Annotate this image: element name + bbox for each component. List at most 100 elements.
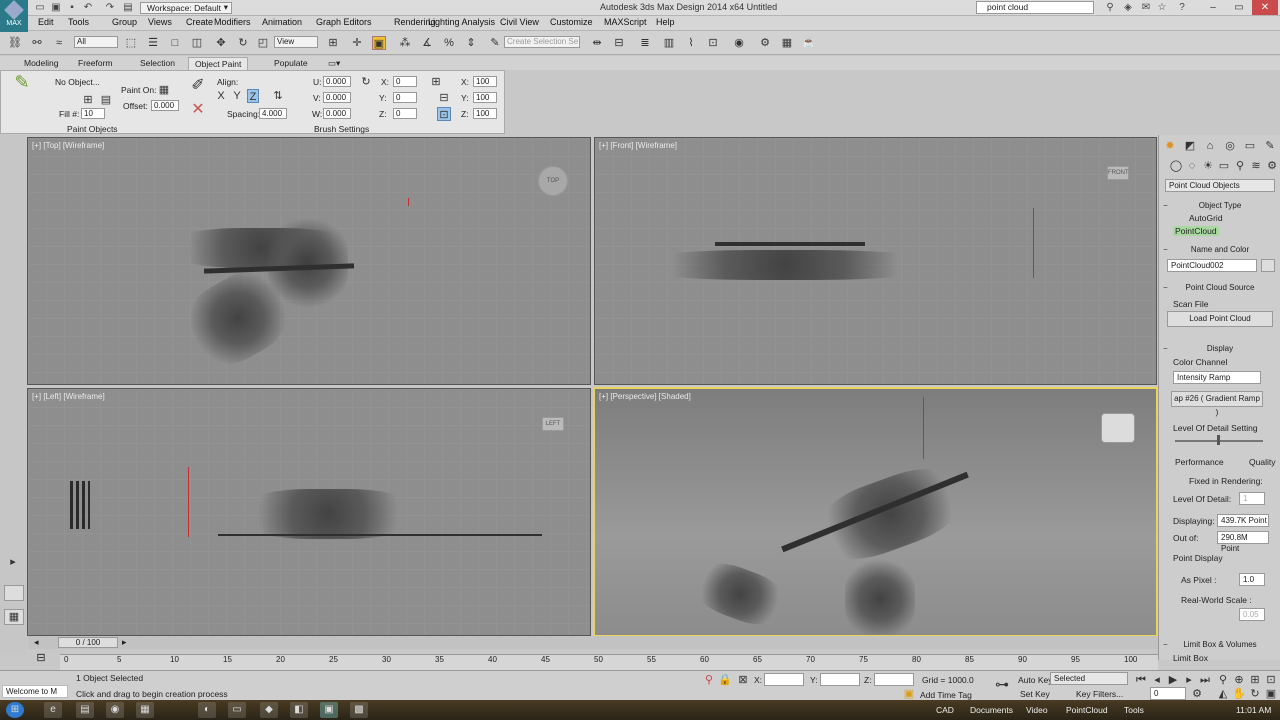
rendered-frame-icon[interactable]: ▦ xyxy=(780,36,794,50)
go-to-start-icon[interactable]: ⏮ xyxy=(1134,673,1148,687)
utilities-tab-icon[interactable]: ✎ xyxy=(1263,139,1277,153)
tab-selection[interactable]: Selection xyxy=(134,57,181,70)
shapes-icon[interactable]: ◌ xyxy=(1185,159,1199,173)
ie-icon[interactable]: e xyxy=(44,702,62,718)
viewport-left-label[interactable]: [+] [Left] [Wireframe] xyxy=(32,392,105,401)
rotate-z-input[interactable]: 0 xyxy=(393,108,417,119)
spinner-snap-icon[interactable]: ⇕ xyxy=(464,36,478,50)
link-icon[interactable]: ⛓ xyxy=(8,36,22,50)
spacewarps-icon[interactable]: ≋ xyxy=(1249,159,1263,173)
autogrid-checkbox[interactable]: AutoGrid xyxy=(1189,213,1223,223)
time-next-arrow[interactable]: ▸ xyxy=(122,637,127,648)
add-time-tag-button[interactable]: Add Time Tag xyxy=(920,690,972,700)
viewport-left[interactable]: [+] [Left] [Wireframe] LEFT xyxy=(27,388,591,636)
help-icon[interactable]: ? xyxy=(1176,2,1188,14)
ribbon-options-icon[interactable]: ▭▾ xyxy=(322,57,346,70)
percent-snap-icon[interactable]: % xyxy=(442,36,456,50)
name-color-rollout[interactable]: Name and Color xyxy=(1163,245,1275,254)
next-frame-icon[interactable]: ▸ xyxy=(1182,673,1196,687)
offset-input[interactable]: 0.000 xyxy=(151,100,179,111)
align-y-button[interactable]: Y xyxy=(231,89,243,103)
explorer-icon[interactable]: ▤ xyxy=(76,702,94,718)
app-icon-f[interactable]: ▩ xyxy=(350,702,368,718)
as-pixel-input[interactable]: 1.0 xyxy=(1239,573,1265,586)
category-dropdown[interactable]: Point Cloud Objects xyxy=(1165,179,1275,192)
snaps-toggle-icon[interactable]: ⁂ xyxy=(398,36,412,50)
x-coord-input[interactable] xyxy=(764,673,804,686)
select-object-icon[interactable]: ⬚ xyxy=(124,36,138,50)
undo-icon[interactable]: ↶ xyxy=(82,2,94,14)
menu-create[interactable]: Create xyxy=(186,17,213,27)
tab-object-paint[interactable]: Object Paint xyxy=(188,57,249,70)
align-icon[interactable]: ⊟ xyxy=(612,36,626,50)
selection-lock-icon[interactable]: 🔒 xyxy=(718,673,732,687)
save-icon[interactable]: ▪ xyxy=(66,2,78,14)
viewport-top-label[interactable]: [+] [Top] [Wireframe] xyxy=(32,141,104,150)
bind-space-warp-icon[interactable]: ≈ xyxy=(52,36,66,50)
menu-civil-view[interactable]: Civil View xyxy=(500,17,539,27)
viewport-layout-icon[interactable]: ▦ xyxy=(4,609,24,625)
object-type-rollout[interactable]: Object Type xyxy=(1163,201,1275,210)
tab-populate[interactable]: Populate xyxy=(268,57,314,70)
v-input[interactable]: 0.000 xyxy=(323,92,351,103)
close-button[interactable]: ✕ xyxy=(1252,0,1278,15)
app-icon-e[interactable]: ◧ xyxy=(290,702,308,718)
move-icon[interactable]: ✥ xyxy=(214,36,228,50)
hierarchy-tab-icon[interactable]: ⌂ xyxy=(1203,139,1217,153)
project-folder-icon[interactable]: ▤ xyxy=(122,2,134,14)
viewport-perspective[interactable]: [+] [Perspective] [Shaded] xyxy=(593,387,1158,637)
object-name-input[interactable]: PointCloud002 xyxy=(1167,259,1257,272)
menu-tools[interactable]: Tools xyxy=(68,17,89,27)
display-tab-icon[interactable]: ▭ xyxy=(1243,139,1257,153)
key-mode-dropdown[interactable]: Selected xyxy=(1050,672,1128,685)
isolate-selection-icon[interactable]: ⚲ xyxy=(702,673,716,687)
previous-frame-icon[interactable]: ◂ xyxy=(1150,673,1164,687)
paint-objects-group[interactable]: Paint Objects xyxy=(67,124,118,134)
menu-modifiers[interactable]: Modifiers xyxy=(214,17,251,27)
menu-graph-editors[interactable]: Graph Editors xyxy=(316,17,372,27)
real-world-scale-radio[interactable]: Real-World Scale : xyxy=(1181,595,1252,605)
maximize-button[interactable]: ▭ xyxy=(1226,0,1252,15)
viewcube-left[interactable]: LEFT xyxy=(542,417,564,431)
app-icon-a[interactable]: ▦ xyxy=(136,702,154,718)
rectangular-selection-icon[interactable]: □ xyxy=(168,36,182,50)
viewport-top[interactable]: [+] [Top] [Wireframe] TOP xyxy=(27,137,591,385)
gradient-map-button[interactable]: ap #26 ( Gradient Ramp ) xyxy=(1171,391,1263,417)
search-input[interactable]: point cloud xyxy=(976,1,1094,14)
load-point-cloud-button[interactable]: Load Point Cloud xyxy=(1167,311,1273,327)
scale-y-input[interactable]: 100 xyxy=(473,92,497,103)
u-input[interactable]: 0.000 xyxy=(323,76,351,87)
app-icon-d[interactable]: ◆ xyxy=(260,702,278,718)
toolbar-cad[interactable]: CAD xyxy=(936,705,954,715)
open-icon[interactable]: ▣ xyxy=(50,2,62,14)
orbit-icon[interactable]: ↻ xyxy=(1248,687,1262,701)
menu-views[interactable]: Views xyxy=(148,17,172,27)
brush-settings-group[interactable]: Brush Settings xyxy=(314,124,369,134)
binoculars-icon[interactable]: ⚲ xyxy=(1104,2,1116,14)
flip-axis-icon[interactable]: ⇅ xyxy=(271,89,285,103)
menu-lighting-analysis[interactable]: Lighting Analysis xyxy=(428,17,495,27)
as-pixel-radio[interactable]: As Pixel : xyxy=(1181,575,1216,585)
geometry-icon[interactable]: ◯ xyxy=(1169,159,1183,173)
limit-box-volumes-rollout[interactable]: Limit Box & Volumes xyxy=(1163,640,1275,649)
tab-freeform[interactable]: Freeform xyxy=(72,57,118,70)
auto-key-button[interactable]: Auto Key xyxy=(1018,675,1053,685)
layer-manager-icon[interactable]: ≣ xyxy=(638,36,652,50)
menu-customize[interactable]: Customize xyxy=(550,17,593,27)
object-color-swatch[interactable] xyxy=(1261,259,1275,272)
clear-stroke-icon[interactable]: ✕ xyxy=(191,102,205,118)
expand-panel-icon[interactable]: ▸ xyxy=(6,555,20,569)
viewport-perspective-label[interactable]: [+] [Perspective] [Shaded] xyxy=(599,392,691,401)
maxscript-mini-listener[interactable]: Welcome to M xyxy=(2,685,68,698)
w-input[interactable]: 0.000 xyxy=(323,108,351,119)
lights-icon[interactable]: ☀ xyxy=(1201,159,1215,173)
render-production-icon[interactable]: ☕ xyxy=(802,36,816,50)
object-list-icon[interactable]: ▤ xyxy=(99,93,113,107)
angle-snap-icon[interactable]: ∡ xyxy=(420,36,434,50)
3dsmax-task-icon[interactable]: ▣ xyxy=(320,702,338,718)
rotate-icon[interactable]: ↻ xyxy=(236,36,250,50)
fill-input[interactable]: 10 xyxy=(81,108,105,119)
uniform-scale-icon[interactable]: ⊡ xyxy=(437,107,451,121)
pan-icon[interactable]: ✋ xyxy=(1232,687,1246,701)
rotate-x-input[interactable]: 0 xyxy=(393,76,417,87)
